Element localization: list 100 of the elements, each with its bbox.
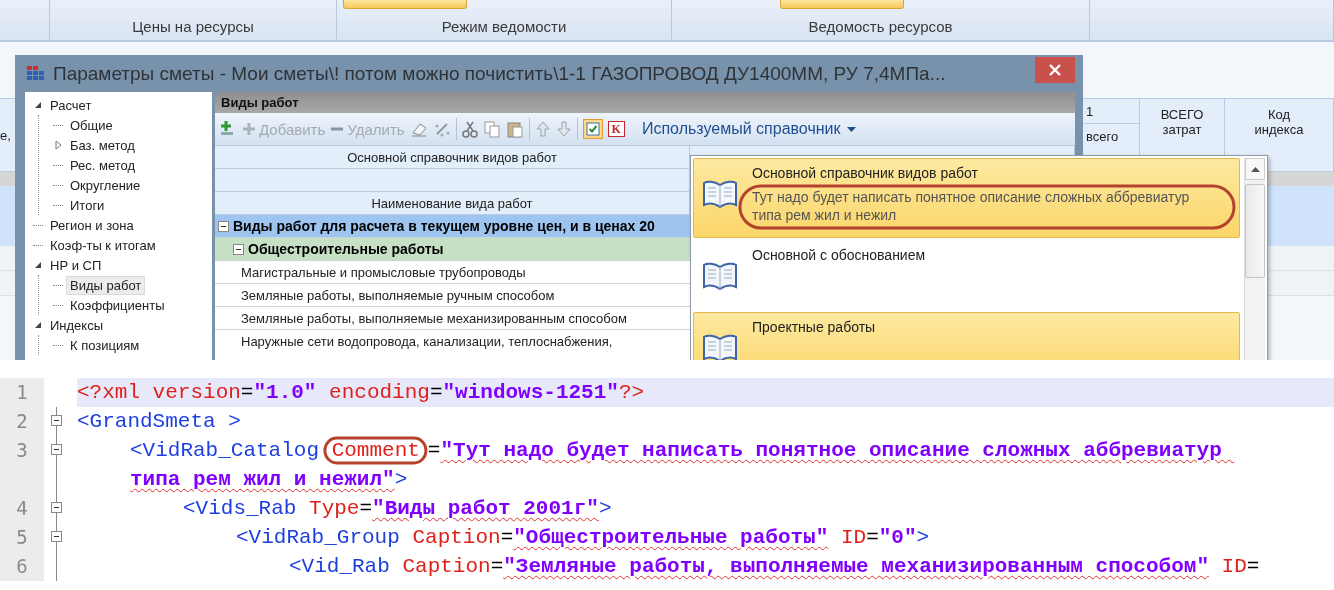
equals-sign: = [240, 381, 254, 404]
ribbon-group-label: Цены на ресурсы [132, 18, 254, 35]
table-cell: Магистральные и промысловые трубопроводы [241, 264, 526, 280]
fold-icon[interactable] [51, 444, 62, 455]
line-number: 4 [0, 494, 44, 523]
dropdown-item[interactable]: Основной с обоснованием [693, 240, 1240, 310]
cut-icon[interactable] [461, 120, 478, 138]
attribute-value: "1.0" [253, 380, 317, 406]
tree-item[interactable]: Расчет [46, 95, 96, 115]
column-header: Код индекса [1253, 107, 1305, 137]
item-title: Основной справочник видов работ [752, 165, 979, 182]
tree-item[interactable]: Итоги [66, 195, 109, 215]
book-icon [702, 333, 738, 360]
table-cell: Земляные работы, выполняемые ручным способом [241, 287, 555, 303]
column-header: е, [0, 127, 11, 143]
attribute-name: Comment [330, 439, 420, 462]
checkbox-toggle-button[interactable] [582, 119, 603, 139]
item-title: Основной с обоснованием [752, 247, 926, 264]
equals-sign: = [866, 526, 879, 549]
tree-item[interactable]: Коэф-ты к итогам [46, 235, 160, 255]
column-header: всего [1086, 128, 1119, 144]
tree-item[interactable]: Регион и зона [46, 215, 138, 235]
book-icon [702, 179, 738, 209]
tree-item[interactable]: Округление [66, 175, 145, 195]
dropdown-item[interactable]: Проектные работы [693, 312, 1240, 360]
attribute-name: Caption [411, 526, 501, 549]
attribute-value: "Тут надо будет написать понятное описание сложных аббревиатур [440, 438, 1223, 464]
table-cell: Земляные работы, выполняемые механизированным способом [241, 310, 627, 326]
attribute-value: "Земляные работы, выполняемые механизированным способом" [503, 554, 1209, 580]
equals-sign: = [359, 497, 373, 520]
attribute-name: ID [1220, 555, 1247, 578]
tree-item[interactable]: Коэффициенты [66, 295, 169, 315]
tree-item[interactable]: Общие [66, 115, 117, 135]
attribute-name: version [151, 381, 241, 404]
book-icon [702, 261, 738, 291]
equals-sign: = [490, 555, 504, 578]
group-row-label: Виды работ для расчета в текущем уровне цен, и в ценах 20 [233, 218, 655, 234]
xml-declaration: ?> [618, 381, 645, 404]
collapse-icon[interactable] [218, 220, 229, 232]
xml-tag: <VidRab_Catalog [130, 439, 320, 462]
ribbon-group-label: Ведомость ресурсов [808, 18, 953, 35]
attribute-name: Type [308, 497, 360, 520]
window-title: Параметры сметы - Мои сметы\! потом можно почистить\1-1 ГАЗОПРОВОД ДУ1400ММ, РУ 7,4МПа... [53, 62, 947, 85]
plus-icon [242, 122, 256, 136]
catalog-menu-button[interactable]: Используемый справочник [641, 120, 856, 138]
dropdown-item[interactable]: Основной справочник видов работ Тут надо будет написать понятное описание сложных аббревиатур типа рем жил и нежил [693, 158, 1240, 238]
tree-item[interactable]: Баз. метод [66, 135, 139, 155]
attribute-value: "Общестроительные работы" [513, 525, 829, 551]
tree-item[interactable]: Индексы [46, 315, 107, 335]
xml-tag: > [598, 497, 612, 520]
equals-sign: = [427, 439, 441, 462]
scrollbar[interactable] [1244, 158, 1265, 360]
item-title: Проектные работы [752, 319, 876, 336]
fold-icon[interactable] [51, 415, 62, 426]
fold-icon[interactable] [51, 502, 62, 513]
close-icon [1048, 63, 1062, 77]
k-toggle-button[interactable]: K [607, 121, 625, 137]
group-row-label: Общестроительные работы [248, 241, 444, 257]
equals-sign: = [500, 526, 514, 549]
tree-item[interactable]: Виды работ [66, 275, 146, 295]
line-number: 5 [0, 523, 44, 552]
panel-title: Виды работ [221, 95, 299, 110]
xml-tag: <Vids_Rab [183, 497, 297, 520]
xml-tag: <Vid_Rab [289, 555, 390, 578]
paste-icon[interactable] [505, 120, 524, 138]
ribbon-group-label: Режим ведомости [441, 18, 567, 35]
attribute-value: "windows-1251" [442, 380, 619, 406]
column-header: ВСЕГО затрат [1159, 107, 1205, 137]
xml-tag: > [394, 468, 408, 491]
tree-item[interactable]: К позициям [66, 335, 144, 355]
tree-item[interactable]: НР и СП [46, 255, 106, 275]
line-number: 2 [0, 407, 44, 436]
eraser-icon[interactable] [409, 121, 428, 137]
close-button[interactable] [1035, 57, 1075, 83]
xml-tag: <GrandSmeta > [77, 410, 241, 433]
attribute-name: ID [839, 526, 867, 549]
table-cell: Наружные сети водопровода, канализации, теплоснабжения, [241, 334, 613, 349]
column-header: Наименование вида работ [371, 195, 533, 211]
expanded-icon[interactable] [33, 320, 43, 330]
attribute-name: encoding [328, 381, 430, 404]
line-number: 6 [0, 552, 44, 581]
expanded-icon[interactable] [33, 100, 43, 110]
column-header: Основной справочник видов работ [347, 149, 557, 165]
xml-declaration: <?xml [77, 381, 140, 404]
equals-sign: = [1246, 555, 1260, 578]
fold-icon[interactable] [51, 531, 62, 542]
xml-tag: <VidRab_Group [236, 526, 400, 549]
collapse-icon[interactable] [233, 243, 244, 255]
attribute-value: типа рем жил и нежил" [130, 467, 395, 493]
item-description: Тут надо будет написать понятное описание сложных аббревиатур типа рем жил и нежил [752, 188, 1191, 224]
attribute-name: Caption [401, 555, 491, 578]
checkbox-icon [585, 122, 600, 136]
xml-tag: > [916, 526, 930, 549]
collapsed-icon[interactable] [53, 140, 63, 150]
copy-icon[interactable] [482, 120, 501, 138]
equals-sign: = [429, 381, 443, 404]
line-number: 3 [0, 436, 44, 494]
tree-item[interactable]: Рес. метод [66, 155, 140, 175]
line-number: 1 [0, 378, 44, 407]
attribute-value: "0" [878, 525, 917, 551]
